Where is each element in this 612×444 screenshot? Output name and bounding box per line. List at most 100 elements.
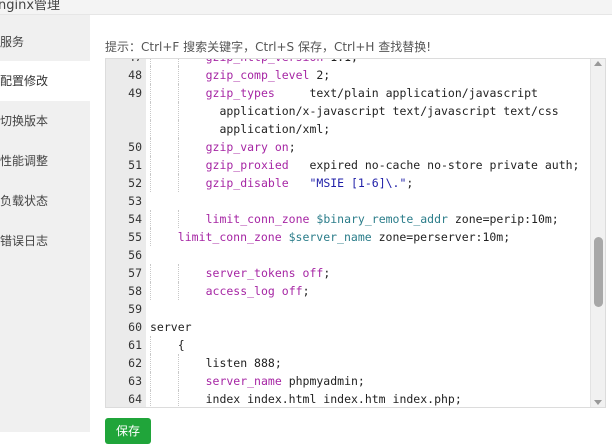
sidebar-item-error-log[interactable]: 错误日志: [0, 221, 90, 261]
code-line: 62 listen 888;: [106, 354, 592, 372]
code-text: gzip_disable "MSIE [1-6]\.";: [205, 176, 414, 190]
code-text: gzip_vary on;: [205, 140, 296, 154]
code-line: application/x-javascript text/javascript…: [106, 102, 592, 120]
indent-guide: [177, 59, 179, 66]
sidebar: 服务 配置修改 切换版本 性能调整 负载状态 错误日志: [0, 15, 90, 432]
code-text: server_name phpmyadmin;: [205, 374, 365, 388]
shortcut-hint: 提示：Ctrl+F 搜索关键字，Ctrl+S 保存，Ctrl+H 查找替换!: [105, 40, 432, 54]
indent-guide: [177, 102, 179, 120]
code-line: 55 limit_conn_zone $server_name zone=pers…: [106, 228, 592, 246]
indent-guide: [150, 174, 151, 192]
line-number: 51: [128, 158, 142, 172]
code-text: server_tokens off;: [205, 266, 331, 280]
code-line: 54 limit_conn_zone $binary_remote_addr zo…: [106, 210, 592, 228]
indent-guide: [150, 372, 151, 390]
line-number: 62: [128, 356, 142, 370]
scroll-up-arrow-icon[interactable]: [594, 61, 602, 66]
line-number: 64: [128, 392, 142, 406]
indent-guide: [150, 59, 151, 66]
code-line: 64 index index.html index.htm index.php;: [106, 390, 592, 407]
code-line: 61 {: [106, 336, 592, 354]
indent-guide: [177, 264, 179, 282]
line-number: 56: [128, 248, 142, 262]
sidebar-item-service[interactable]: 服务: [0, 22, 90, 62]
code-text: gzip_types text/plain application/javasc…: [205, 86, 538, 100]
indent-guide: [177, 372, 179, 390]
indent-guide: [150, 336, 151, 354]
code-text: gzip_http_version 1.1;: [206, 59, 358, 66]
sidebar-item-performance[interactable]: 性能调整: [0, 141, 90, 181]
indent-guide: [177, 66, 179, 84]
indent-guide: [177, 84, 179, 102]
code-text: {: [177, 338, 185, 352]
code-line: 50 gzip_vary on;: [106, 138, 592, 156]
indent-guide: [150, 102, 151, 120]
code-text: limit_conn_zone $server_name zone=perser…: [177, 230, 511, 244]
code-line: 47 gzip_http_version 1.1;: [106, 59, 592, 66]
indent-guide: [177, 390, 179, 407]
line-number: 59: [128, 302, 142, 316]
code-area[interactable]: 47 gzip_http_version 1.1; 48 gzip_comp_leve…: [106, 59, 592, 407]
code-text: application/x-javascript text/javascript…: [205, 104, 559, 118]
code-text: listen 888;: [205, 356, 282, 370]
code-text: gzip_comp_level 2;: [205, 68, 331, 82]
sidebar-item-switch-version[interactable]: 切换版本: [0, 101, 90, 141]
code-line: 53: [106, 192, 592, 210]
indent-guide: [150, 354, 151, 372]
indent-guide: [150, 390, 151, 407]
code-line: 48 gzip_comp_level 2;: [106, 66, 592, 84]
indent-guide: [150, 138, 151, 156]
indent-guide: [177, 354, 179, 372]
line-number: 63: [128, 374, 142, 388]
code-text: server: [150, 320, 192, 334]
indent-guide: [177, 120, 179, 138]
code-line: 51 gzip_proxied expired no-cache no-store…: [106, 156, 592, 174]
indent-guide: [150, 66, 151, 84]
indent-guide: [150, 228, 151, 246]
indent-guide: [150, 264, 151, 282]
indent-guide: [150, 156, 151, 174]
line-number: 48: [128, 68, 142, 82]
code-line: 60 server: [106, 318, 592, 336]
line-number: 60: [128, 320, 142, 334]
sidebar-item-config-edit[interactable]: 配置修改: [0, 61, 90, 101]
code-line: 57 server_tokens off;: [106, 264, 592, 282]
indent-guide: [150, 210, 151, 228]
indent-guide: [177, 210, 179, 228]
line-number: 52: [128, 176, 142, 190]
sidebar-item-load-status[interactable]: 负载状态: [0, 181, 90, 221]
code-line: 52 gzip_disable "MSIE [1-6]\.";: [106, 174, 592, 192]
indent-guide: [150, 282, 151, 300]
code-text: index index.html index.htm index.php;: [205, 392, 462, 406]
line-number: 61: [128, 338, 142, 352]
line-number: 54: [128, 212, 142, 226]
line-number: 49: [128, 86, 142, 100]
indent-guide: [177, 174, 179, 192]
line-number: 58: [128, 284, 142, 298]
indent-guide: [177, 138, 179, 156]
line-number: 57: [128, 266, 142, 280]
code-text: limit_conn_zone $binary_remote_addr zone…: [205, 212, 559, 226]
save-button[interactable]: 保存: [105, 418, 151, 444]
code-editor[interactable]: 47 gzip_http_version 1.1; 48 gzip_comp_leve…: [105, 58, 606, 408]
code-line: 63 server_name phpmyadmin;: [106, 372, 592, 390]
code-text: application/xml;: [205, 122, 331, 136]
scroll-down-arrow-icon[interactable]: [594, 400, 602, 405]
code-line: application/xml;: [106, 120, 592, 138]
code-text: access_log off;: [205, 284, 310, 298]
line-number: 53: [128, 194, 142, 208]
indent-guide: [150, 120, 151, 138]
window-title: nginx管理: [0, 0, 61, 13]
code-line: 56: [106, 246, 592, 264]
code-line: 59: [106, 300, 592, 318]
indent-guide: [177, 156, 179, 174]
code-text: gzip_proxied expired no-cache no-store p…: [205, 158, 580, 172]
scrollbar-thumb[interactable]: [594, 237, 603, 307]
indent-guide: [150, 84, 151, 102]
code-line: 49 gzip_types text/plain application/java…: [106, 84, 592, 102]
editor-scrollbar[interactable]: [590, 59, 605, 407]
code-line: 58 access_log off;: [106, 282, 592, 300]
line-number: 50: [128, 140, 142, 154]
window-titlebar: nginx管理: [0, 0, 612, 15]
line-number: 55: [128, 230, 142, 244]
